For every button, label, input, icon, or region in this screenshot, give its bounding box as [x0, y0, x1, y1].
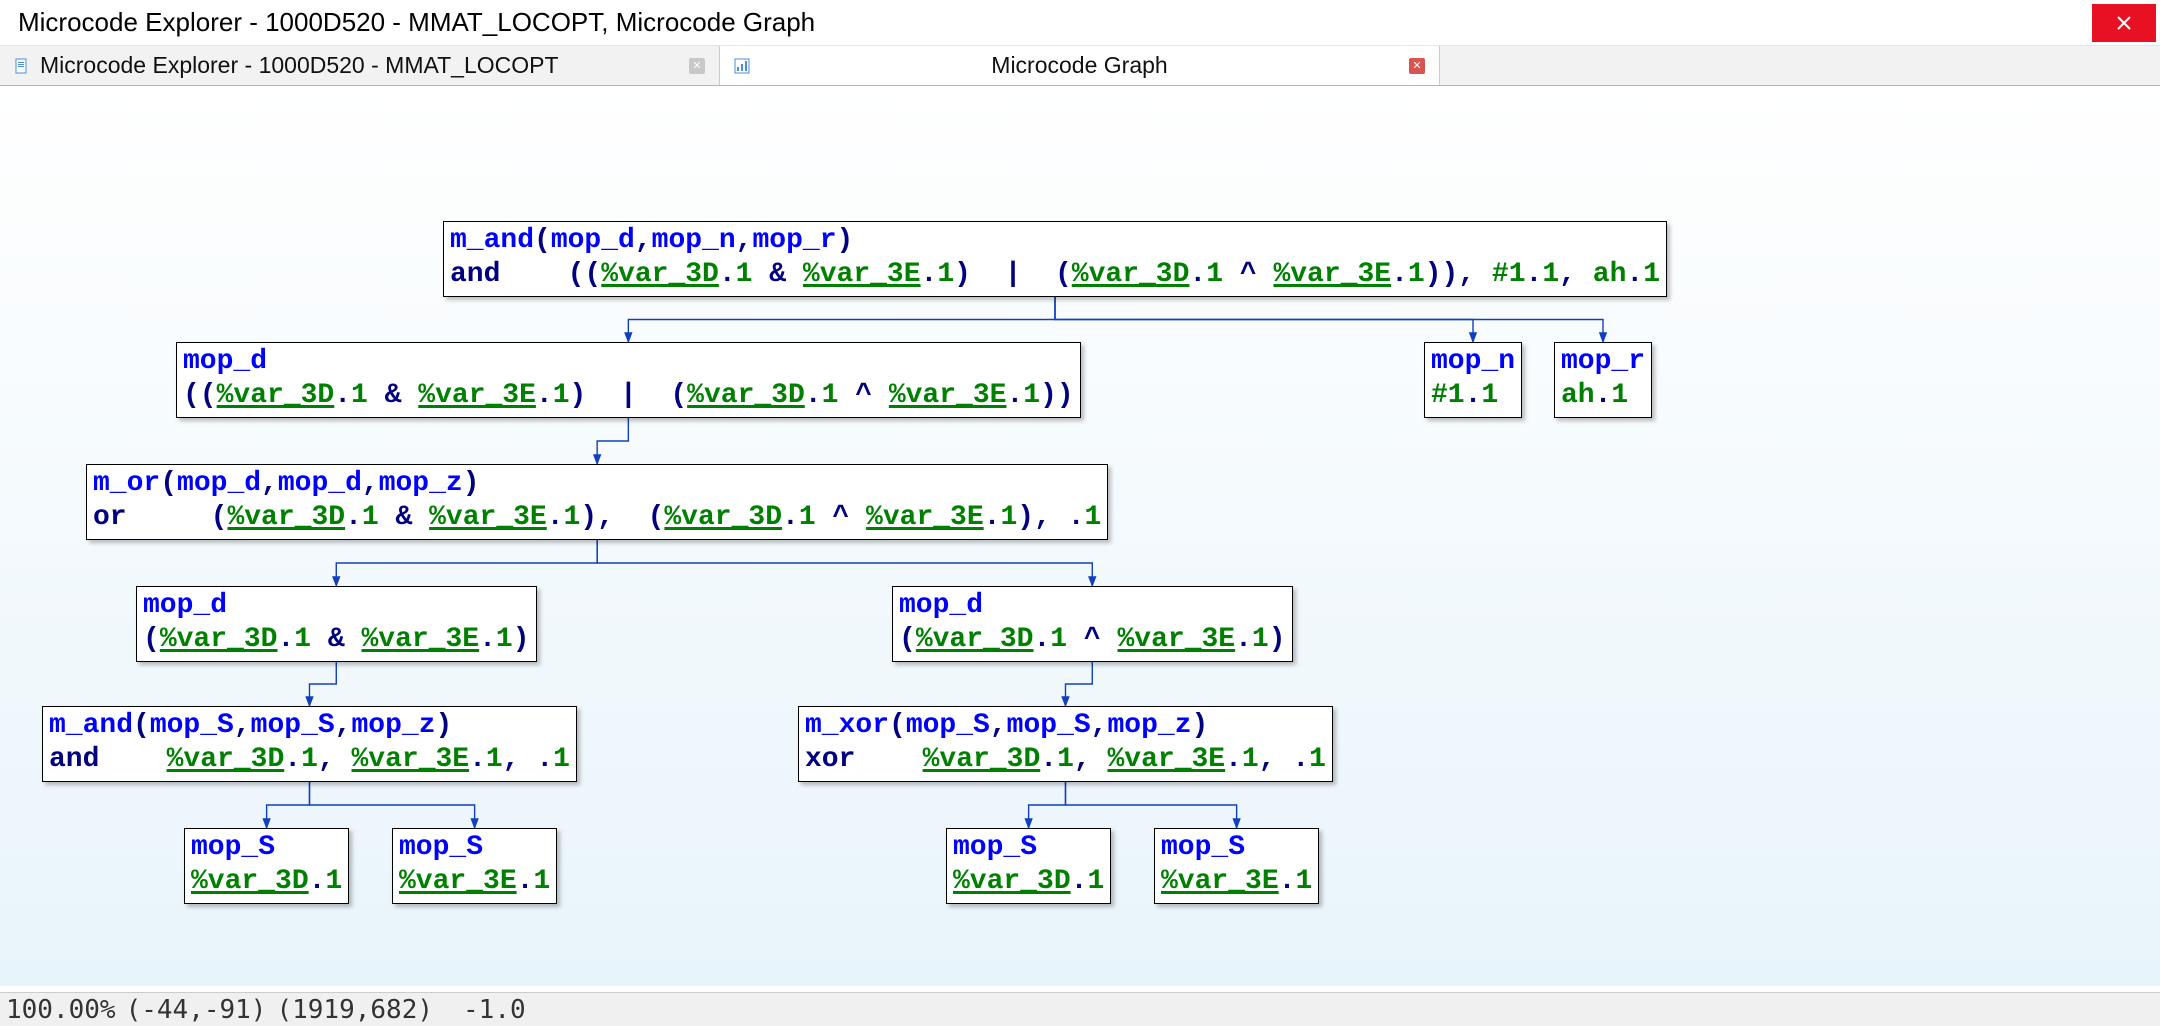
graph-node[interactable]: m_or(mop_d,mop_d,mop_z)or (%var_3D.1 & %… — [86, 464, 1108, 540]
status-extra: -1.0 — [463, 995, 526, 1025]
tab-label: Microcode Graph — [991, 52, 1167, 79]
document-icon — [14, 58, 30, 74]
graph-node[interactable]: m_and(mop_d,mop_n,mop_r)and ((%var_3D.1 … — [443, 221, 1667, 297]
tab-close-button[interactable]: ✕ — [689, 58, 705, 74]
close-button[interactable] — [2092, 4, 2156, 42]
status-coord2: (1919,682) — [276, 995, 433, 1025]
graph-node[interactable]: mop_d((%var_3D.1 & %var_3E.1) | (%var_3D… — [176, 342, 1081, 418]
graph-node[interactable]: m_xor(mop_S,mop_S,mop_z)xor %var_3D.1, %… — [798, 706, 1333, 782]
tab-bar: Microcode Explorer - 1000D520 - MMAT_LOC… — [0, 46, 2160, 86]
graph-node[interactable]: mop_S%var_3D.1 — [184, 828, 349, 904]
graph-node[interactable]: mop_S%var_3E.1 — [392, 828, 557, 904]
graph-node[interactable]: mop_d(%var_3D.1 & %var_3E.1) — [136, 586, 537, 662]
graph-node[interactable]: mop_S%var_3E.1 — [1154, 828, 1319, 904]
graph-node[interactable]: mop_rah.1 — [1554, 342, 1652, 418]
graph-canvas[interactable]: m_and(mop_d,mop_n,mop_r)and ((%var_3D.1 … — [0, 86, 2160, 986]
graph-node[interactable]: mop_d(%var_3D.1 ^ %var_3E.1) — [892, 586, 1293, 662]
window-title: Microcode Explorer - 1000D520 - MMAT_LOC… — [18, 7, 815, 38]
status-coord1: (-44,-91) — [126, 995, 267, 1025]
status-zoom: 100.00% — [6, 995, 116, 1025]
tab-close-button[interactable]: ✕ — [1409, 58, 1425, 74]
tab-microcode-graph[interactable]: Microcode Graph ✕ — [720, 46, 1440, 85]
tab-label: Microcode Explorer - 1000D520 - MMAT_LOC… — [40, 52, 559, 79]
title-bar: Microcode Explorer - 1000D520 - MMAT_LOC… — [0, 0, 2160, 46]
graph-icon — [734, 58, 750, 74]
tab-microcode-explorer[interactable]: Microcode Explorer - 1000D520 - MMAT_LOC… — [0, 46, 720, 85]
graph-node[interactable]: mop_n#1.1 — [1424, 342, 1522, 418]
status-bar: 100.00% (-44,-91) (1919,682) -1.0 — [0, 992, 2160, 1026]
close-icon — [2117, 16, 2131, 30]
graph-node[interactable]: m_and(mop_S,mop_S,mop_z)and %var_3D.1, %… — [42, 706, 577, 782]
graph-node[interactable]: mop_S%var_3D.1 — [946, 828, 1111, 904]
